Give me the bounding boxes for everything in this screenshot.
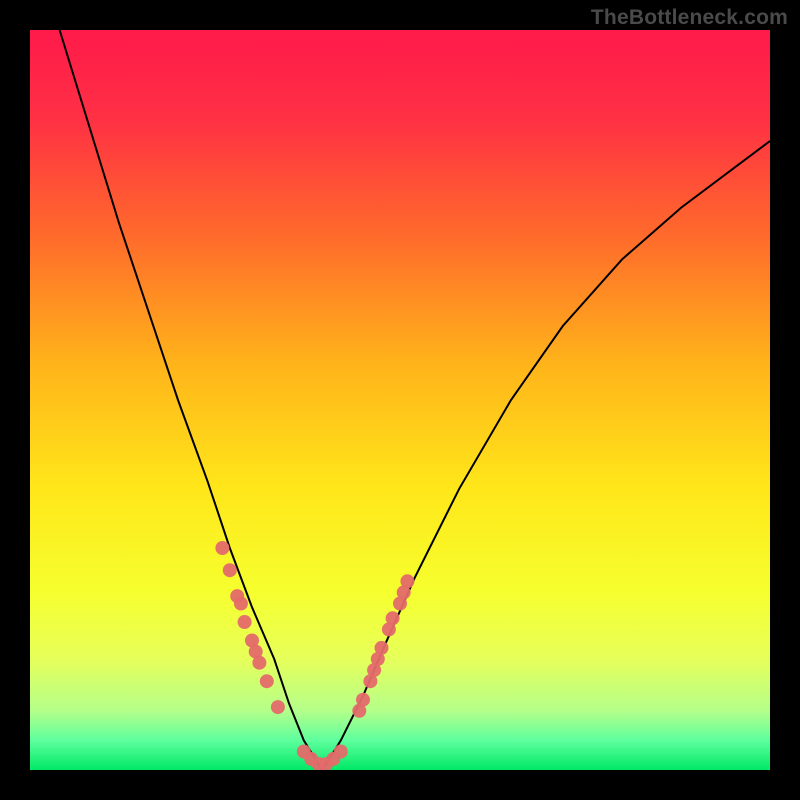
- marker-point: [223, 563, 237, 577]
- marker-point: [215, 541, 229, 555]
- marker-point: [334, 745, 348, 759]
- curve-layer: [30, 30, 770, 770]
- marker-point: [400, 574, 414, 588]
- bottleneck-curve: [60, 30, 770, 770]
- data-markers: [215, 541, 414, 770]
- marker-point: [386, 611, 400, 625]
- marker-point: [252, 656, 266, 670]
- marker-point: [375, 641, 389, 655]
- marker-point: [260, 674, 274, 688]
- marker-point: [234, 597, 248, 611]
- marker-point: [238, 615, 252, 629]
- chart-frame: TheBottleneck.com: [0, 0, 800, 800]
- plot-area: [30, 30, 770, 770]
- watermark-text: TheBottleneck.com: [591, 6, 788, 30]
- marker-point: [356, 693, 370, 707]
- marker-point: [271, 700, 285, 714]
